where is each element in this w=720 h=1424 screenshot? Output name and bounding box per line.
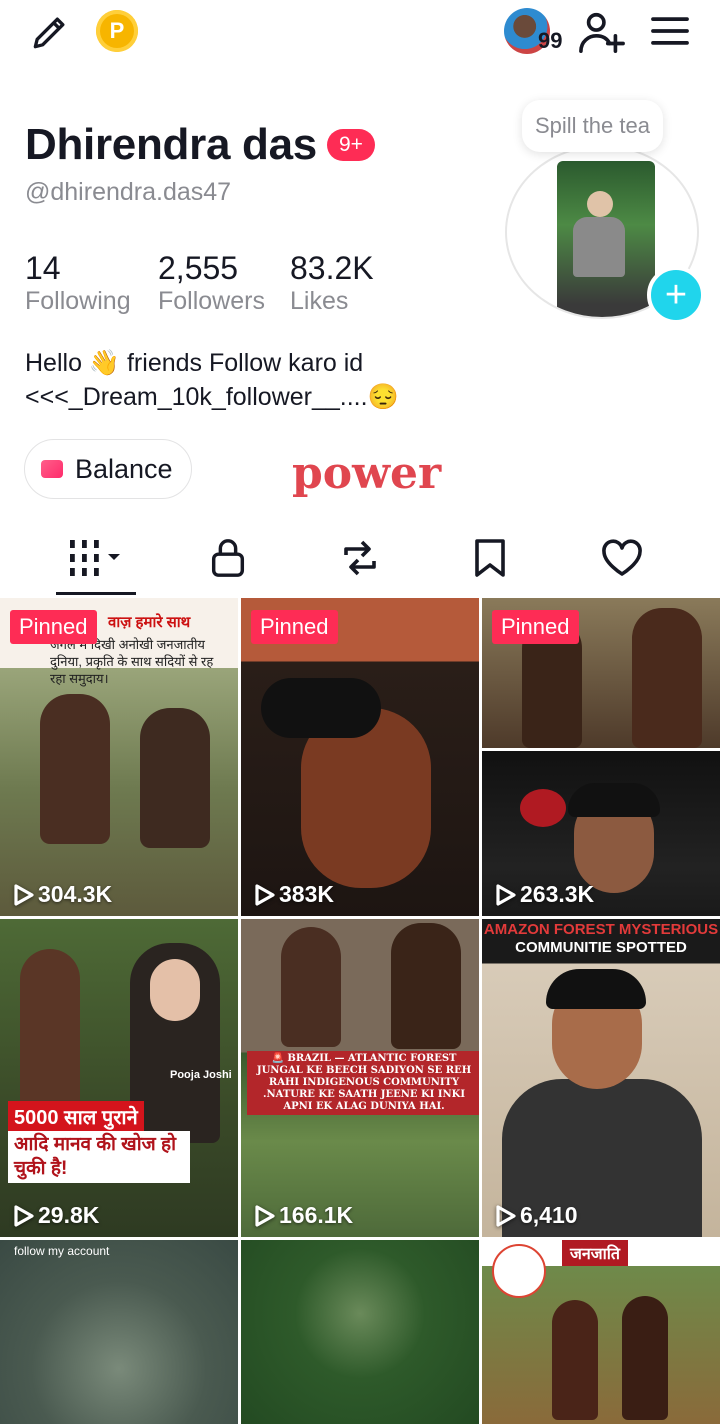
- view-count-value: 304.3K: [38, 881, 113, 907]
- coin-icon[interactable]: P: [96, 10, 138, 52]
- top-bar: P 99: [0, 0, 720, 70]
- video-tile[interactable]: 263.3K: [482, 751, 720, 916]
- view-count: 383K: [253, 881, 334, 908]
- tile-headline: 5000 साल पुराने: [8, 1101, 144, 1132]
- add-user-icon[interactable]: [576, 8, 628, 56]
- profile-name-row: Dhirendra das 9+: [25, 120, 375, 170]
- view-count: 166.1K: [253, 1202, 353, 1229]
- pinned-badge: Pinned: [10, 610, 97, 644]
- video-tile[interactable]: Pooja Joshi 5000 साल पुराने आदि मानव की …: [0, 919, 238, 1237]
- coin-letter: P: [109, 18, 125, 43]
- video-tile[interactable]: Pinned 383K: [241, 598, 479, 916]
- heart-icon[interactable]: [582, 530, 662, 586]
- story-bubble[interactable]: Spill the tea: [522, 100, 663, 152]
- stat-following-value: 14: [25, 250, 61, 286]
- stat-likes-label: Likes: [290, 287, 349, 315]
- bookmark-icon[interactable]: [450, 530, 530, 586]
- profile-bio: Hello 👋 friends Follow karo id <<<_Dream…: [25, 346, 399, 414]
- video-tile[interactable]: Pinned: [482, 598, 720, 748]
- channel-logo: [492, 1244, 546, 1298]
- video-tile[interactable]: 🚨 BRAZIL — ATLANTIC FOREST JUNGAL KE BEE…: [241, 919, 479, 1237]
- pinned-badge: Pinned: [251, 610, 338, 644]
- stat-followers-value: 2,555: [158, 250, 239, 286]
- video-tile[interactable]: [241, 1240, 479, 1424]
- view-count-value: 383K: [279, 881, 334, 907]
- add-story-icon[interactable]: +: [647, 266, 705, 324]
- video-tile[interactable]: follow my account: [0, 1240, 238, 1424]
- tile-caption: 🚨 BRAZIL — ATLANTIC FOREST JUNGAL KE BEE…: [247, 1051, 479, 1115]
- tile-headline: जनजाति: [562, 1240, 629, 1266]
- stat-followers-label: Followers: [158, 287, 265, 315]
- stat-likes-value: 83.2K: [290, 250, 374, 286]
- video-tile[interactable]: AMAZON FOREST MYSTERIOUS COMMUNITIE SPOT…: [482, 919, 720, 1237]
- repost-icon[interactable]: [320, 530, 400, 586]
- view-count: 304.3K: [12, 881, 112, 908]
- stat-following[interactable]: 14 Following: [25, 250, 131, 316]
- menu-icon[interactable]: [646, 8, 694, 54]
- bio-line-1: Hello 👋 friends Follow karo id: [25, 349, 364, 377]
- tab-indicator: [56, 592, 136, 595]
- bio-line-2: <<<_Dream_10k_follower__....😔: [25, 383, 399, 411]
- edit-icon[interactable]: [26, 8, 74, 56]
- lock-icon[interactable]: [188, 530, 268, 586]
- avatar-photo: [557, 161, 655, 317]
- profile-name: Dhirendra das: [25, 120, 317, 169]
- stat-likes[interactable]: 83.2K Likes: [290, 250, 374, 316]
- tile-caption: follow my account: [14, 1244, 110, 1258]
- view-count-value: 166.1K: [279, 1202, 354, 1228]
- tile-headline: वाज़ हमारे साथ: [108, 614, 191, 631]
- view-count: 263.3K: [494, 881, 594, 908]
- stat-following-label: Following: [25, 287, 131, 315]
- video-tile[interactable]: वाज़ हमारे साथ जंगल में दिखी अनोखी जनजात…: [0, 598, 238, 916]
- view-count-value: 6,410: [520, 1202, 578, 1228]
- notification-count: 99: [538, 28, 563, 53]
- pinned-badge: Pinned: [492, 610, 579, 644]
- profile-handle: @dhirendra.das47: [25, 178, 232, 206]
- view-count-value: 29.8K: [38, 1202, 100, 1228]
- reporter-name: Pooja Joshi: [170, 1069, 232, 1081]
- view-count: 29.8K: [12, 1202, 99, 1229]
- view-count-value: 263.3K: [520, 881, 595, 907]
- video-tile[interactable]: जनजाति: [482, 1240, 720, 1424]
- wallet-icon: [41, 460, 63, 478]
- view-count: 6,410: [494, 1202, 578, 1229]
- power-text: power: [292, 448, 442, 499]
- tile-subheadline: COMMUNITIE SPOTTED: [515, 939, 687, 956]
- tile-caption: आदि मानव की खोज हो चुकी है!: [8, 1131, 190, 1183]
- balance-button[interactable]: Balance: [24, 439, 192, 499]
- videos-tab[interactable]: [56, 530, 136, 586]
- balance-label: Balance: [75, 453, 173, 484]
- notification-badge[interactable]: 9+: [326, 129, 375, 161]
- tile-headline: AMAZON FOREST MYSTERIOUS: [483, 921, 719, 938]
- stat-followers[interactable]: 2,555 Followers: [158, 250, 265, 316]
